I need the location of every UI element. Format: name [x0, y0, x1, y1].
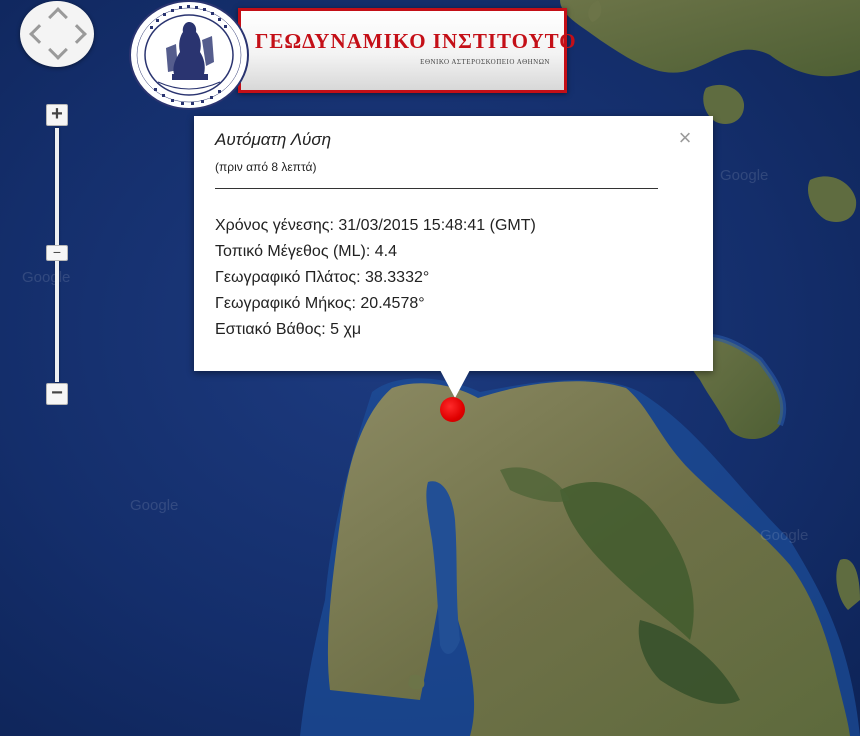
popup-divider	[215, 188, 658, 189]
popup-time-ago: (πριν από 8 λεπτά)	[215, 160, 317, 174]
pan-left-icon[interactable]	[29, 24, 49, 44]
map-watermark: Google	[760, 527, 808, 544]
institute-title: ΓΕΩΔΥΝΑΜΙΚΟ ΙΝΣΤΙΤΟΥΤΟ	[255, 29, 577, 53]
map-watermark: Google	[130, 497, 178, 514]
popup-details: Χρόνος γένεσης: 31/03/2015 15:48:41 (GMT…	[215, 213, 536, 343]
focal-depth: Εστιακό Βάθος: 5 χμ	[215, 321, 362, 338]
pan-control[interactable]	[20, 1, 94, 67]
pan-up-icon[interactable]	[48, 7, 68, 27]
map-watermark: Google	[22, 269, 70, 286]
institute-seal-logo	[129, 0, 249, 110]
longitude: Γεωγραφικό Μήκος: 20.4578°	[215, 295, 425, 312]
pan-down-icon[interactable]	[48, 40, 68, 60]
earthquake-info-popup: Αυτόματη Λύση (πριν από 8 λεπτά) × Χρόνο…	[194, 116, 713, 371]
local-magnitude: Τοπικό Μέγεθος (ML): 4.4	[215, 243, 397, 260]
institute-banner: ΓΕΩΔΥΝΑΜΙΚΟ ΙΝΣΤΙΤΟΥΤΟ ΕΘΝΙΚΟ ΑΣΤΕΡΟΣΚΟΠ…	[238, 8, 576, 93]
popup-title: Αυτόματη Λύση	[215, 130, 332, 149]
close-icon[interactable]: ×	[675, 127, 695, 149]
pan-right-icon[interactable]	[67, 24, 87, 44]
institute-subtitle: ΕΘΝΙΚΟ ΑΣΤΕΡΟΣΚΟΠΕΙΟ ΑΘΗΝΩΝ	[420, 58, 550, 66]
map-watermark: Google	[720, 167, 768, 184]
zoom-slider-thumb[interactable]: −	[46, 245, 68, 261]
zoom-out-button[interactable]: −	[46, 383, 68, 405]
latitude: Γεωγραφικό Πλάτος: 38.3332°	[215, 269, 430, 286]
zoom-in-button[interactable]: +	[46, 104, 68, 126]
popup-pointer	[440, 370, 470, 398]
epicenter-marker[interactable]	[440, 397, 465, 422]
origin-time: Χρόνος γένεσης: 31/03/2015 15:48:41 (GMT…	[215, 217, 536, 234]
